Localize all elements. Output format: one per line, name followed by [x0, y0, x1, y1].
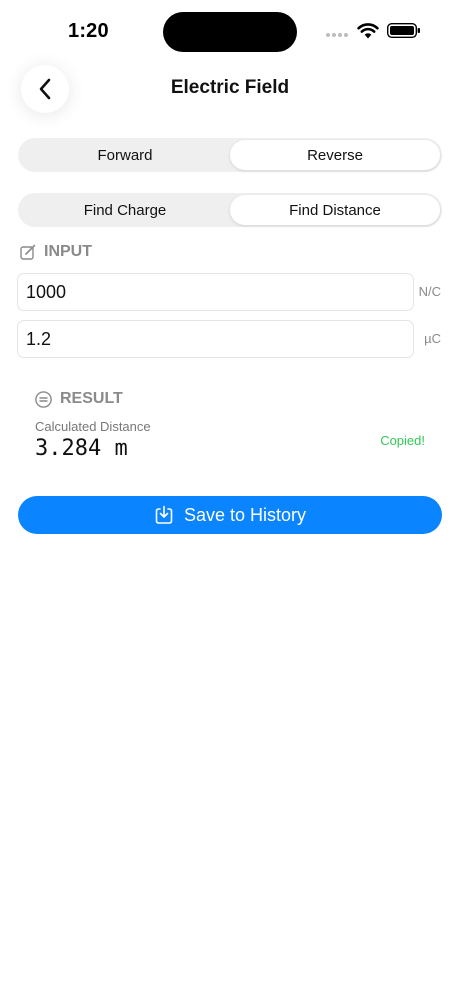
save-tray-icon [155, 505, 173, 524]
tab-find-distance[interactable]: Find Distance [230, 195, 440, 225]
charge-unit: µC [424, 331, 441, 346]
charge-row: 1.2 µC [17, 320, 443, 358]
result-section-header: RESULT [35, 390, 123, 408]
navigation-bar: Electric Field [0, 60, 460, 116]
copied-status: Copied! [380, 433, 425, 448]
save-to-history-button[interactable]: Save to History [18, 496, 442, 534]
status-bar: 1:20 [0, 0, 460, 60]
field-strength-unit: N/C [418, 284, 441, 299]
result-value[interactable]: 3.284 m [35, 436, 128, 461]
result-section-title: RESULT [60, 390, 123, 407]
charge-input[interactable]: 1.2 [17, 320, 414, 358]
field-strength-input[interactable]: 1000 [17, 273, 414, 311]
equals-circle-icon [35, 390, 52, 408]
status-time: 1:20 [68, 20, 109, 42]
input-section-title: INPUT [44, 243, 92, 260]
result-label: Calculated Distance [35, 419, 151, 434]
battery-icon [387, 23, 420, 38]
field-strength-row: 1000 N/C [17, 273, 443, 311]
direction-segmented-control: Forward Reverse [18, 138, 442, 172]
dynamic-island [163, 12, 297, 52]
tab-reverse[interactable]: Reverse [230, 140, 440, 170]
save-button-label: Save to History [183, 504, 307, 525]
tab-find-charge[interactable]: Find Charge [20, 195, 230, 225]
page-title: Electric Field [170, 77, 290, 98]
signal-dots-icon [326, 33, 348, 37]
edit-icon [20, 244, 36, 260]
input-section-header: INPUT [20, 243, 92, 261]
tab-forward[interactable]: Forward [20, 140, 230, 170]
mode-segmented-control: Find Charge Find Distance [18, 193, 442, 227]
wifi-icon [357, 23, 379, 39]
